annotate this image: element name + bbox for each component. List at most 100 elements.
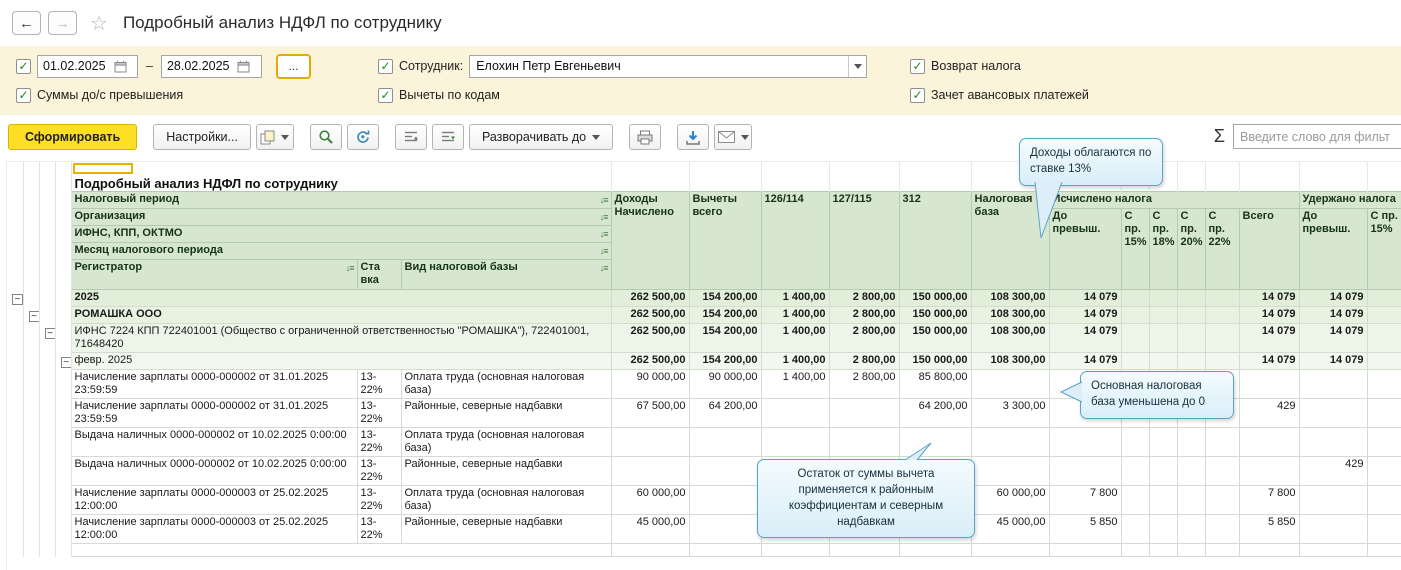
period-from-input[interactable] xyxy=(38,59,110,73)
value-cell[interactable]: 154 200,00 xyxy=(689,307,761,324)
value-cell[interactable] xyxy=(1177,307,1205,324)
generate-button[interactable]: Сформировать xyxy=(8,124,137,150)
value-cell[interactable]: 2 800,00 xyxy=(829,290,899,307)
value-cell[interactable] xyxy=(1177,457,1205,486)
sort-icon[interactable]: ↓≡ xyxy=(600,194,608,207)
value-cell[interactable] xyxy=(1299,370,1367,399)
sort-icon[interactable]: ↓≡ xyxy=(346,262,354,275)
value-cell[interactable]: 67 500,00 xyxy=(611,399,689,428)
value-cell[interactable] xyxy=(1205,324,1239,353)
value-cell[interactable] xyxy=(1049,457,1121,486)
value-cell[interactable]: 262 500,00 xyxy=(611,324,689,353)
subcol-withheld-15[interactable]: С пр. 15% xyxy=(1367,209,1401,290)
sort-icon[interactable]: ↓≡ xyxy=(600,245,608,258)
value-cell[interactable]: 262 500,00 xyxy=(611,307,689,324)
period-checkbox[interactable]: ✓ xyxy=(16,59,31,74)
value-cell[interactable]: 60 000,00 xyxy=(971,486,1049,515)
value-cell[interactable]: 154 200,00 xyxy=(689,290,761,307)
value-cell[interactable]: 1 400,00 xyxy=(761,324,829,353)
tax-base-kind-cell[interactable]: Оплата труда (основная налоговая база) xyxy=(401,486,611,515)
report-filter-input[interactable] xyxy=(1233,124,1401,149)
subcol-calc-18[interactable]: С пр. 18% xyxy=(1149,209,1177,290)
row-label[interactable]: Начисление зарплаты 0000-000002 от 31.01… xyxy=(71,370,357,399)
expand-groups-button[interactable] xyxy=(432,124,464,150)
value-cell[interactable]: 45 000,00 xyxy=(611,515,689,544)
header-tax-month[interactable]: ↓≡ Месяц налогового периода xyxy=(71,243,611,260)
value-cell[interactable] xyxy=(611,428,689,457)
value-cell[interactable] xyxy=(1177,486,1205,515)
value-cell[interactable]: 14 079 xyxy=(1049,290,1121,307)
value-cell[interactable] xyxy=(1177,324,1205,353)
export-button[interactable] xyxy=(677,124,709,150)
value-cell[interactable] xyxy=(1367,515,1401,544)
value-cell[interactable]: 1 400,00 xyxy=(761,307,829,324)
value-cell[interactable] xyxy=(1149,324,1177,353)
value-cell[interactable] xyxy=(689,486,761,515)
period-to-field[interactable] xyxy=(161,55,262,78)
value-cell[interactable]: 14 079 xyxy=(1239,324,1299,353)
value-cell[interactable] xyxy=(1177,290,1205,307)
collapse-groups-button[interactable] xyxy=(395,124,427,150)
value-cell[interactable]: 90 000,00 xyxy=(611,370,689,399)
sort-icon[interactable]: ↓≡ xyxy=(600,228,608,241)
value-cell[interactable]: 7 800 xyxy=(1049,486,1121,515)
value-cell[interactable]: 64 200,00 xyxy=(899,399,971,428)
value-cell[interactable] xyxy=(1149,428,1177,457)
collapse-group-toggle[interactable]: − xyxy=(29,311,40,322)
value-cell[interactable]: 108 300,00 xyxy=(971,324,1049,353)
tax-base-kind-cell[interactable]: Районные, северные надбавки xyxy=(401,457,611,486)
value-cell[interactable] xyxy=(689,428,761,457)
tax-base-kind-cell[interactable]: Районные, северные надбавки xyxy=(401,399,611,428)
collapse-group-toggle[interactable]: − xyxy=(45,328,56,339)
subcol-calc-20[interactable]: С пр. 20% xyxy=(1177,209,1205,290)
value-cell[interactable] xyxy=(1121,324,1149,353)
value-cell[interactable] xyxy=(971,428,1049,457)
value-cell[interactable] xyxy=(1239,370,1299,399)
subcol-calc-15[interactable]: С пр. 15% xyxy=(1121,209,1149,290)
value-cell[interactable] xyxy=(1177,515,1205,544)
value-cell[interactable]: 2 800,00 xyxy=(829,307,899,324)
print-button[interactable] xyxy=(629,124,661,150)
value-cell[interactable]: 262 500,00 xyxy=(611,353,689,370)
tax-refund-checkbox[interactable]: ✓ xyxy=(910,59,925,74)
value-cell[interactable]: 429 xyxy=(1299,457,1367,486)
value-cell[interactable] xyxy=(1177,353,1205,370)
value-cell[interactable] xyxy=(1299,515,1367,544)
value-cell[interactable] xyxy=(1121,486,1149,515)
sort-icon[interactable]: ↓≡ xyxy=(600,262,608,275)
value-cell[interactable] xyxy=(1367,324,1401,353)
col-header-312[interactable]: 312 xyxy=(899,192,971,290)
back-button[interactable]: ← xyxy=(12,11,41,35)
value-cell[interactable]: 108 300,00 xyxy=(971,290,1049,307)
value-cell[interactable] xyxy=(1149,290,1177,307)
value-cell[interactable]: 150 000,00 xyxy=(899,324,971,353)
calendar-icon[interactable] xyxy=(234,60,254,73)
value-cell[interactable] xyxy=(1239,428,1299,457)
value-cell[interactable] xyxy=(1121,353,1149,370)
row-label[interactable]: Начисление зарплаты 0000-000002 от 31.01… xyxy=(71,399,357,428)
value-cell[interactable]: 60 000,00 xyxy=(611,486,689,515)
value-cell[interactable] xyxy=(1367,370,1401,399)
value-cell[interactable]: 14 079 xyxy=(1299,307,1367,324)
value-cell[interactable] xyxy=(689,515,761,544)
value-cell[interactable]: 108 300,00 xyxy=(971,353,1049,370)
expand-to-button[interactable]: Разворачивать до xyxy=(469,124,613,150)
value-cell[interactable] xyxy=(1121,457,1149,486)
subcol-calc-22[interactable]: С пр. 22% xyxy=(1205,209,1239,290)
calendar-icon[interactable] xyxy=(110,60,130,73)
repeat-search-button[interactable] xyxy=(347,124,379,150)
value-cell[interactable]: 2 800,00 xyxy=(829,324,899,353)
col-header-deductions[interactable]: Вычетывсего xyxy=(689,192,761,290)
value-cell[interactable]: 150 000,00 xyxy=(899,290,971,307)
employee-dropdown-button[interactable] xyxy=(848,56,866,77)
value-cell[interactable] xyxy=(1149,457,1177,486)
deduction-codes-checkbox[interactable]: ✓ xyxy=(378,88,393,103)
advance-offset-checkbox[interactable]: ✓ xyxy=(910,88,925,103)
header-rate[interactable]: Ставка xyxy=(357,260,401,290)
value-cell[interactable] xyxy=(1367,428,1401,457)
value-cell[interactable] xyxy=(1149,353,1177,370)
value-cell[interactable]: 64 200,00 xyxy=(689,399,761,428)
value-cell[interactable] xyxy=(1205,457,1239,486)
row-label[interactable]: 2025 xyxy=(71,290,611,307)
value-cell[interactable]: 5 850 xyxy=(1049,515,1121,544)
